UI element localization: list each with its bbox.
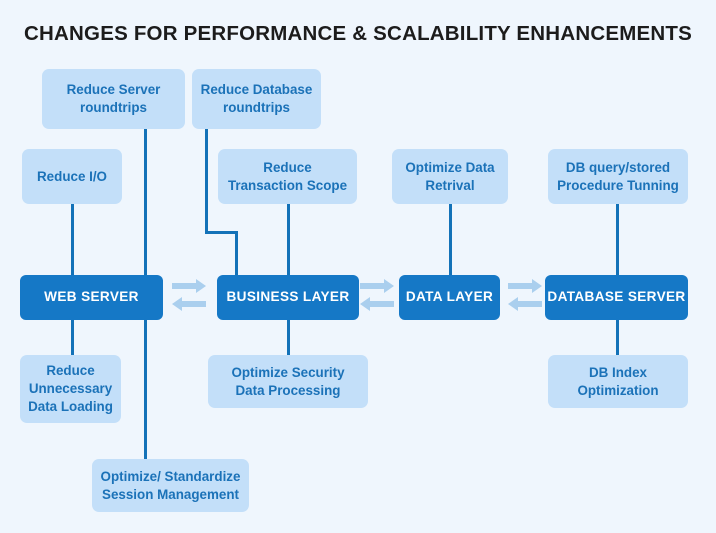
connector-reduce-io-to-web-server <box>71 203 74 278</box>
connector-db-roundtrips-segment-across <box>205 231 238 234</box>
node-label: Reduce Server roundtrips <box>66 82 161 115</box>
node-business-layer[interactable]: BUSINESS LAYER <box>217 275 359 320</box>
connector-business-to-security-processing <box>287 317 290 355</box>
node-label: DB Index Optimization <box>577 364 659 398</box>
node-optimize-security-data-processing[interactable]: Optimize Security Data Processing <box>208 355 368 408</box>
node-db-index-optimization[interactable]: DB Index Optimization <box>548 355 688 408</box>
connector-db-query-to-database-server <box>616 203 619 278</box>
flow-arrows-business-to-data <box>360 279 400 315</box>
node-reduce-server-roundtrips[interactable]: Reduce Server roundtrips <box>42 69 185 129</box>
node-reduce-database-roundtrips[interactable]: Reduce Database roundtrips <box>192 69 321 129</box>
connector-db-roundtrips-segment-down <box>205 128 208 234</box>
node-label: WEB SERVER <box>44 289 139 305</box>
page-title: CHANGES FOR PERFORMANCE & SCALABILITY EN… <box>24 22 692 45</box>
node-label: DATABASE SERVER <box>547 289 686 305</box>
node-label: Optimize/ Standardize Session Management <box>100 468 241 502</box>
node-reduce-unnecessary-data-loading[interactable]: Reduce Unnecessary Data Loading <box>20 355 121 423</box>
connector-web-server-to-data-loading <box>71 317 74 355</box>
node-optimize-standardize-session-management[interactable]: Optimize/ Standardize Session Management <box>92 459 249 512</box>
node-label: Reduce Transaction Scope <box>227 159 348 193</box>
node-optimize-data-retrival[interactable]: Optimize Data Retrival <box>392 149 508 204</box>
connector-database-server-to-db-index <box>616 317 619 355</box>
node-label: Reduce Unnecessary Data Loading <box>28 363 113 414</box>
node-web-server[interactable]: WEB SERVER <box>20 275 163 320</box>
connector-transaction-scope-to-business <box>287 203 290 278</box>
flow-arrows-web-to-business <box>172 279 212 315</box>
flow-arrows-data-to-database <box>508 279 548 315</box>
node-reduce-io[interactable]: Reduce I/O <box>22 149 122 204</box>
node-label: Optimize Security Data Processing <box>231 364 345 398</box>
node-label: BUSINESS LAYER <box>226 289 350 305</box>
node-label: DATA LAYER <box>405 289 494 305</box>
node-reduce-transaction-scope[interactable]: Reduce Transaction Scope <box>218 149 357 204</box>
connector-data-retrival-to-data-layer <box>449 203 452 278</box>
node-database-server[interactable]: DATABASE SERVER <box>545 275 688 320</box>
connector-db-roundtrips-segment-into-business <box>235 231 238 278</box>
node-db-query-stored-procedure-tunning[interactable]: DB query/stored Procedure Tunning <box>548 149 688 204</box>
node-label: DB query/stored Procedure Tunning <box>557 159 679 193</box>
node-label: Reduce I/O <box>37 168 107 184</box>
node-label: Optimize Data Retrival <box>405 159 495 193</box>
node-label: Reduce Database roundtrips <box>200 82 313 115</box>
diagram-canvas: CHANGES FOR PERFORMANCE & SCALABILITY EN… <box>0 0 716 533</box>
node-data-layer[interactable]: DATA LAYER <box>399 275 500 320</box>
